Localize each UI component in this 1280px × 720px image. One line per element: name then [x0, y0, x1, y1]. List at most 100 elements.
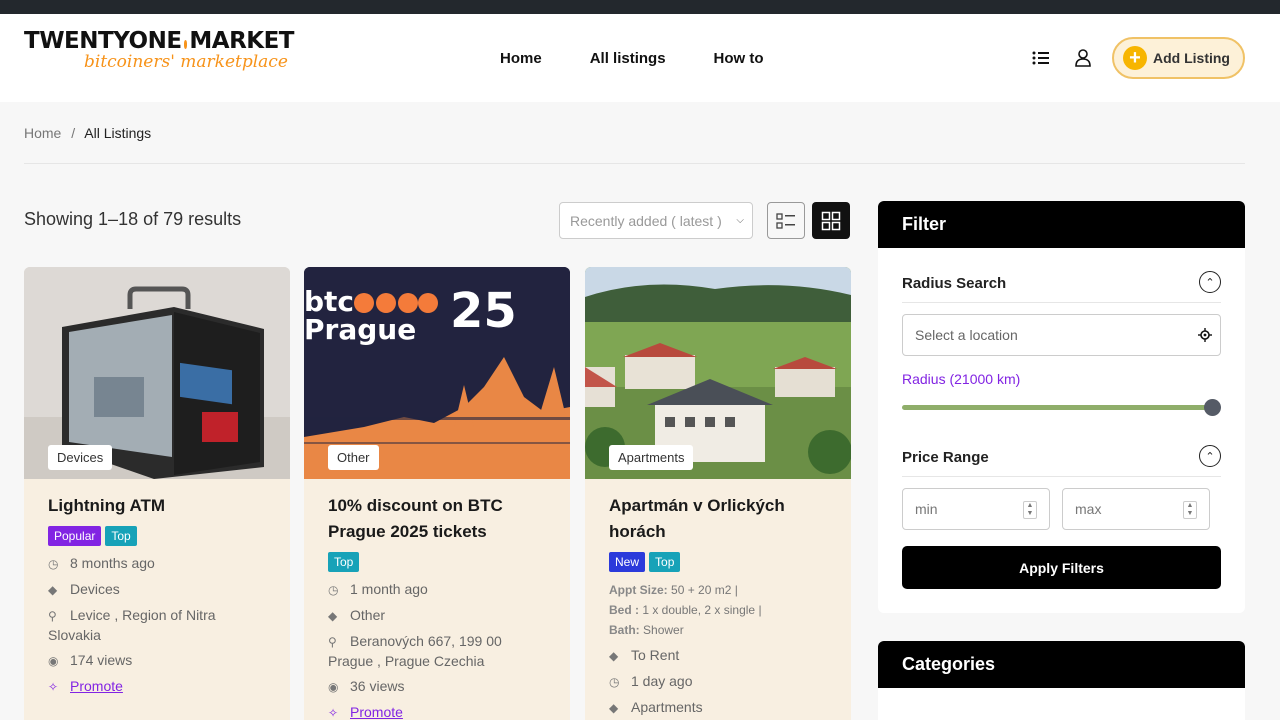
price-min-placeholder: min [915, 501, 938, 517]
badge-top: Top [649, 552, 681, 572]
price-range-title: Price Range [902, 449, 989, 466]
map-pin-icon: ⚲ [48, 609, 57, 623]
listing-card[interactable]: Devices Lightning ATM Popular Top ◷ 8 mon… [24, 267, 290, 720]
radius-slider-track[interactable] [902, 405, 1212, 410]
promote-link-text[interactable]: Promote [350, 704, 403, 720]
listing-card[interactable]: btc Prague 25 Other 10% discount on BTC … [304, 267, 570, 720]
nav-how-to[interactable]: How to [714, 50, 764, 67]
category-badge[interactable]: Other [328, 445, 379, 470]
promote-link[interactable]: ✧ Promote [328, 703, 546, 720]
logo-word-right: MARKET [189, 28, 294, 54]
eye-icon: ◉ [48, 654, 59, 668]
listing-badges: New Top [609, 552, 827, 572]
clock-icon: ◷ [48, 557, 59, 571]
tag-icon: ◆ [48, 583, 58, 597]
listing-category-text[interactable]: Devices [70, 581, 120, 597]
promote-link[interactable]: ✧ Promote [48, 677, 266, 697]
grid-view-icon [821, 211, 841, 230]
sort-select[interactable]: Recently added ( latest ) ⌵ [559, 202, 753, 239]
menu-list-icon[interactable] [1031, 48, 1051, 68]
site-logo[interactable]: TWENTYONE MARKET bitcoiners' marketplace [24, 28, 294, 88]
category-badge[interactable]: Apartments [609, 445, 694, 470]
listing-image[interactable]: btc Prague 25 Other [304, 267, 570, 479]
radius-search-title: Radius Search [902, 275, 1007, 292]
price-min-input[interactable]: min ▲ ▼ [902, 488, 1050, 530]
listing-date-text: 1 month ago [350, 581, 428, 597]
megaphone-icon: ✧ [48, 680, 59, 694]
breadcrumb-current: All Listings [84, 125, 152, 141]
listing-title[interactable]: Apartmán v Orlických horách [609, 493, 827, 545]
chevron-up-icon[interactable]: ⌃ [1199, 271, 1221, 293]
crosshair-icon[interactable] [1198, 328, 1212, 342]
detail-separator: | [734, 583, 738, 597]
eye-icon: ◉ [328, 680, 339, 694]
listing-date-text: 1 day ago [631, 673, 693, 689]
listing-location-text: Beranových 667, 199 00 Prague , Prague C… [328, 633, 502, 669]
filter-title: Filter [878, 201, 1245, 248]
listing-card[interactable]: Apartments Apartmán v Orlických horách N… [585, 267, 851, 720]
logo-dot-icon [183, 39, 188, 49]
listing-title[interactable]: 10% discount on BTC Prague 2025 tickets [328, 493, 546, 545]
listing-title[interactable]: Lightning ATM [48, 493, 266, 519]
listing-date: ◷ 1 month ago [328, 580, 546, 600]
chevron-down-icon: ⌵ [736, 215, 744, 226]
map-pin-icon: ⚲ [328, 635, 337, 649]
divider [902, 476, 1221, 477]
promote-link-text[interactable]: Promote [70, 678, 123, 694]
listing-category: ◆ Apartments [609, 698, 827, 718]
categories-panel: Categories [878, 641, 1245, 720]
listing-date: ◷ 8 months ago [48, 554, 266, 574]
divider [24, 163, 1245, 164]
category-badge[interactable]: Devices [48, 445, 113, 470]
stepper-icon[interactable]: ▲ ▼ [1023, 501, 1037, 519]
tag-icon: ◆ [609, 649, 619, 663]
nav-all-listings[interactable]: All listings [590, 50, 666, 67]
plus-icon: + [1123, 46, 1147, 70]
bed-value: 1 x double, 2 x single [642, 603, 756, 617]
badge-top: Top [328, 552, 360, 572]
listing-location: ⚲ Beranových 667, 199 00 Prague , Prague … [328, 632, 546, 671]
listing-image[interactable]: Devices [24, 267, 290, 479]
listing-category-text[interactable]: Other [350, 607, 385, 623]
appt-size-label: Appt Size: [609, 583, 668, 597]
list-view-button[interactable] [767, 202, 805, 239]
listing-views-text: 174 views [70, 652, 133, 668]
listing-location: ⚲ Levice , Region of Nitra Slovakia [48, 606, 266, 645]
bed-label: Bed : [609, 603, 639, 617]
top-admin-bar [0, 0, 1280, 14]
site-header: TWENTYONE MARKET bitcoiners' marketplace … [0, 14, 1280, 102]
breadcrumb-home[interactable]: Home [24, 125, 61, 141]
breadcrumb: Home / All Listings [24, 125, 151, 141]
stepper-icon[interactable]: ▲ ▼ [1183, 501, 1197, 519]
tag-icon: ◆ [328, 609, 338, 623]
listing-category-text[interactable]: Apartments [631, 699, 703, 715]
megaphone-icon: ✧ [328, 706, 339, 720]
user-account-icon[interactable] [1073, 48, 1093, 68]
listing-image[interactable]: Apartments [585, 267, 851, 479]
listing-views-text: 36 views [350, 678, 405, 694]
nav-home[interactable]: Home [500, 50, 542, 67]
price-max-placeholder: max [1075, 501, 1102, 517]
apply-filters-button[interactable]: Apply Filters [902, 546, 1221, 589]
location-input[interactable]: Select a location [902, 314, 1221, 356]
logo-wordmark: TWENTYONE MARKET [24, 28, 294, 54]
radius-label: Radius (21000 km) [902, 371, 1021, 387]
sort-select-value: Recently added ( latest ) [570, 212, 722, 229]
listing-category: ◆ Devices [48, 580, 266, 600]
radius-slider-thumb[interactable] [1204, 399, 1221, 416]
detail-separator: | [758, 603, 762, 617]
listing-badges: Top [328, 552, 546, 572]
list-view-icon [776, 212, 795, 229]
bath-value: Shower [643, 623, 684, 637]
price-max-input[interactable]: max ▲ ▼ [1062, 488, 1210, 530]
listing-category: ◆ Other [328, 606, 546, 626]
add-listing-button[interactable]: + Add Listing [1112, 37, 1245, 79]
badge-popular: Popular [48, 526, 102, 546]
chevron-up-icon[interactable]: ⌃ [1199, 445, 1221, 467]
grid-view-button[interactable] [812, 202, 850, 239]
listing-deal-text[interactable]: To Rent [631, 647, 679, 663]
breadcrumb-separator: / [71, 125, 76, 141]
categories-title: Categories [878, 641, 1245, 688]
badge-top: Top [105, 526, 137, 546]
tag-icon: ◆ [609, 701, 619, 715]
